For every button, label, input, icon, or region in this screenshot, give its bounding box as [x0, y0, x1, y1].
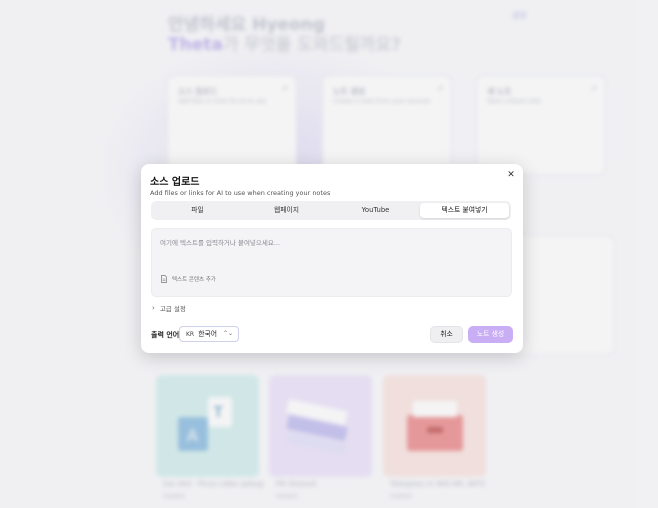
tab-paste-text[interactable]: 텍스트 붙여넣기 [420, 203, 509, 218]
advanced-label: 고급 설정 [159, 305, 186, 313]
language-code: KR [186, 331, 195, 338]
tab-file[interactable]: 파일 [153, 203, 242, 218]
document-icon [161, 275, 167, 283]
advanced-settings-toggle[interactable]: › 고급 설정 [152, 303, 186, 313]
text-placeholder: 여기에 텍스트를 입력하거나 붙여넣으세요... [160, 239, 281, 247]
cancel-button[interactable]: 취소 [430, 326, 463, 343]
chevron-right-icon: › [152, 304, 155, 312]
paste-text-input[interactable]: 여기에 텍스트를 입력하거나 붙여넣으세요... 텍스트 콘텐츠 추가 [151, 228, 512, 297]
output-language-select[interactable]: KR 한국어 ⌃⌄ [179, 326, 239, 342]
tab-youtube[interactable]: YouTube [331, 203, 420, 218]
close-icon[interactable]: ✕ [505, 169, 517, 181]
source-upload-dialog: 소스 업로드 Add files or links for AI to use … [141, 164, 523, 353]
add-text-label: 텍스트 콘텐츠 추가 [172, 277, 216, 283]
language-value: 한국어 [198, 330, 218, 338]
create-note-button[interactable]: 노트 생성 [468, 326, 513, 343]
dialog-title: 소스 업로드 [150, 177, 200, 188]
source-type-tabs: 파일 웹페이지 YouTube 텍스트 붙여넣기 [151, 201, 511, 220]
output-language-label: 출력 언어: [151, 331, 182, 339]
chevron-updown-icon: ⌃⌄ [222, 330, 233, 337]
tab-webpage[interactable]: 웹페이지 [242, 203, 331, 218]
dialog-subtitle: Add files or links for AI to use when cr… [150, 189, 331, 197]
add-text-content-button[interactable]: 텍스트 콘텐츠 추가 [160, 275, 216, 283]
